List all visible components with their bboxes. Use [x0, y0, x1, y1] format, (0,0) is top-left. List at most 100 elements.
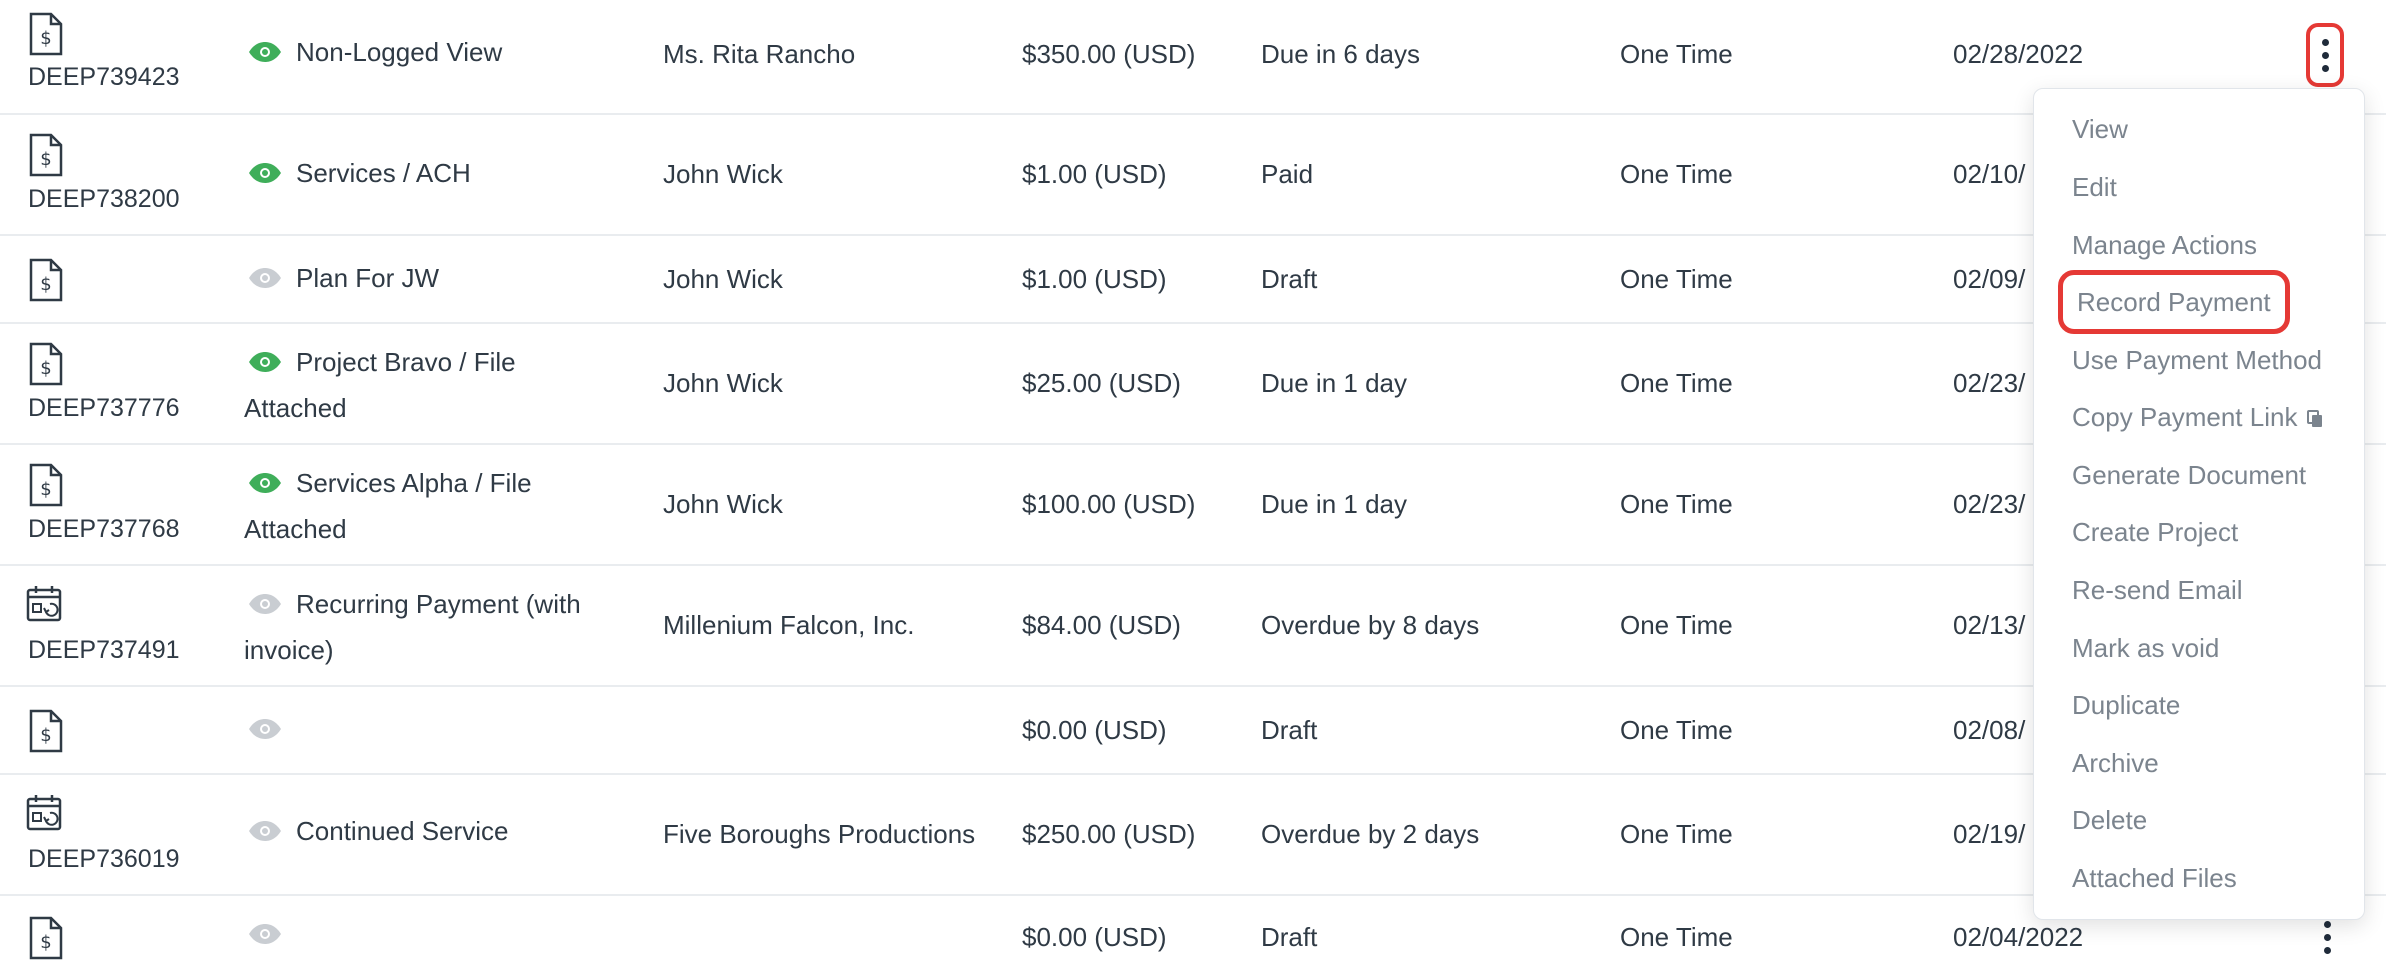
frequency: One Time — [1620, 368, 1733, 398]
menu-item-label: Copy Payment Link — [2072, 402, 2298, 432]
eye-icon[interactable] — [248, 923, 282, 945]
date: 02/19/ — [1953, 819, 2026, 849]
menu-item-manage-actions[interactable]: Manage Actions — [2072, 228, 2257, 262]
menu-item-generate-document[interactable]: Generate Document — [2072, 458, 2306, 492]
table-row[interactable]: $ $0.00 (USD) Draft One Time 02/08/ — [0, 687, 2386, 775]
table-row[interactable]: $ $0.00 (USD) Draft One Time 02/04/2022 — [0, 896, 2386, 976]
svg-text:$: $ — [40, 725, 51, 746]
client-name: Ms. Rita Rancho — [663, 39, 856, 69]
status: Due in 1 day — [1261, 368, 1407, 398]
invoice-icon: $ — [29, 133, 63, 177]
kebab-dot-icon — [2323, 920, 2331, 928]
menu-item-duplicate[interactable]: Duplicate — [2072, 688, 2180, 722]
client-name: Millenium Falcon, Inc. — [663, 610, 915, 640]
invoice-icon: $ — [29, 916, 63, 960]
invoice-name[interactable]: Project Bravo / File Attached — [244, 339, 624, 431]
invoice-number[interactable]: DEEP737768 — [28, 515, 180, 544]
table-row[interactable]: $ DEEP738200 Services / ACH John Wick $1… — [0, 115, 2386, 236]
invoice-icon: $ — [29, 12, 63, 56]
invoice-name[interactable]: Continued Service — [244, 808, 624, 854]
row-actions-button[interactable] — [2306, 23, 2344, 87]
menu-item-edit[interactable]: Edit — [2072, 170, 2117, 204]
invoice-number[interactable]: DEEP736019 — [28, 845, 180, 874]
table-row[interactable]: $ DEEP739423 Non-Logged View Ms. Rita Ra… — [0, 0, 2386, 115]
invoice-icon: $ — [29, 709, 63, 753]
client-name: John Wick — [663, 159, 783, 189]
amount: $100.00 (USD) — [1022, 489, 1196, 519]
date: 02/08/ — [1953, 715, 2026, 745]
date: 02/10/ — [1953, 159, 2026, 189]
menu-item-use-payment-method[interactable]: Use Payment Method — [2072, 343, 2322, 377]
frequency: One Time — [1620, 610, 1733, 640]
status: Draft — [1261, 715, 1318, 745]
recurring-calendar-icon — [26, 586, 62, 622]
menu-item-archive[interactable]: Archive — [2072, 746, 2159, 780]
table-row[interactable]: DEEP736019 Continued Service Five Boroug… — [0, 775, 2386, 896]
date: 02/04/2022 — [1953, 922, 2084, 952]
invoice-number[interactable]: DEEP737491 — [28, 636, 180, 665]
amount: $0.00 (USD) — [1022, 922, 1167, 952]
eye-icon[interactable] — [248, 718, 282, 740]
amount: $84.00 (USD) — [1022, 610, 1181, 640]
date: 02/09/ — [1953, 264, 2026, 294]
invoice-name[interactable]: Plan For JW — [244, 255, 624, 301]
invoice-icon: $ — [29, 342, 63, 386]
amount: $1.00 (USD) — [1022, 264, 1167, 294]
frequency: One Time — [1620, 159, 1733, 189]
invoice-icon: $ — [29, 463, 63, 507]
date: 02/28/2022 — [1953, 39, 2084, 69]
invoice-number[interactable]: DEEP739423 — [28, 63, 180, 92]
amount: $25.00 (USD) — [1022, 368, 1181, 398]
menu-item-copy-payment-link[interactable]: Copy Payment Link — [2072, 400, 2323, 434]
invoice-name[interactable]: Recurring Payment (with invoice) — [244, 581, 624, 673]
client-name: John Wick — [663, 368, 783, 398]
svg-text:$: $ — [40, 479, 51, 500]
recurring-calendar-icon — [26, 795, 62, 831]
svg-text:$: $ — [40, 149, 51, 170]
invoice-name[interactable]: Non-Logged View — [244, 29, 624, 75]
svg-text:$: $ — [40, 358, 51, 379]
menu-item-mark-void[interactable]: Mark as void — [2072, 631, 2219, 665]
invoice-number[interactable]: DEEP738200 — [28, 185, 180, 214]
kebab-dot-icon — [2321, 38, 2329, 46]
amount: $0.00 (USD) — [1022, 715, 1167, 745]
kebab-dot-icon — [2323, 933, 2331, 941]
copy-icon — [2307, 410, 2323, 427]
frequency: One Time — [1620, 922, 1733, 952]
frequency: One Time — [1620, 39, 1733, 69]
invoice-name[interactable]: Services / ACH — [244, 150, 624, 196]
amount: $350.00 (USD) — [1022, 39, 1196, 69]
date: 02/23/ — [1953, 489, 2026, 519]
kebab-dot-icon — [2323, 946, 2331, 954]
invoice-name[interactable]: Services Alpha / File Attached — [244, 460, 624, 552]
status: Draft — [1261, 922, 1318, 952]
menu-item-attached-files[interactable]: Attached Files — [2072, 861, 2237, 895]
client-name: John Wick — [663, 264, 783, 294]
status: Paid — [1261, 159, 1314, 189]
status: Due in 1 day — [1261, 489, 1407, 519]
status: Draft — [1261, 264, 1318, 294]
status: Overdue by 8 days — [1261, 610, 1480, 640]
table-row[interactable]: $ DEEP737768 Services Alpha / File Attac… — [0, 445, 2386, 566]
table-row[interactable]: DEEP737491 Recurring Payment (with invoi… — [0, 566, 2386, 687]
frequency: One Time — [1620, 264, 1733, 294]
menu-item-record-payment[interactable]: Record Payment — [2058, 270, 2290, 334]
invoice-icon: $ — [29, 258, 63, 302]
date: 02/23/ — [1953, 368, 2026, 398]
amount: $250.00 (USD) — [1022, 819, 1196, 849]
menu-item-resend-email[interactable]: Re-send Email — [2072, 573, 2243, 607]
invoice-number[interactable]: DEEP737776 — [28, 394, 180, 423]
kebab-dot-icon — [2321, 64, 2329, 72]
frequency: One Time — [1620, 819, 1733, 849]
table-row[interactable]: $ Plan For JW John Wick $1.00 (USD) Draf… — [0, 236, 2386, 324]
table-row[interactable]: $ DEEP737776 Project Bravo / File Attach… — [0, 324, 2386, 445]
menu-item-create-project[interactable]: Create Project — [2072, 515, 2238, 549]
menu-item-view[interactable]: View — [2072, 112, 2128, 146]
row-actions-menu: View Edit Manage Actions Record Payment … — [2033, 88, 2365, 920]
date: 02/13/ — [1953, 610, 2026, 640]
svg-text:$: $ — [40, 28, 51, 49]
frequency: One Time — [1620, 489, 1733, 519]
menu-item-delete[interactable]: Delete — [2072, 803, 2147, 837]
status: Due in 6 days — [1261, 39, 1420, 69]
client-name: John Wick — [663, 489, 783, 519]
